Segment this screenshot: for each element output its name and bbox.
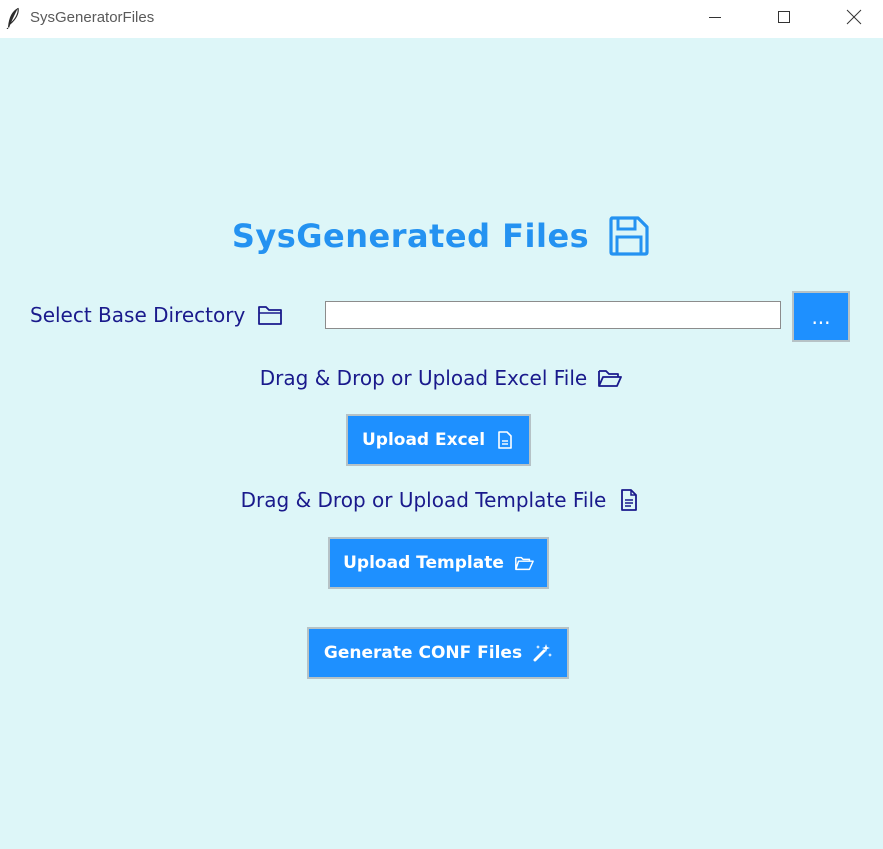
page-heading: SysGenerated Files bbox=[0, 214, 883, 258]
feather-icon bbox=[6, 7, 19, 29]
close-button[interactable] bbox=[831, 0, 877, 34]
template-drop-label: Drag & Drop or Upload Template File bbox=[240, 488, 607, 512]
generate-button-label: Generate CONF Files bbox=[323, 643, 523, 663]
maximize-icon bbox=[778, 11, 790, 23]
excel-drop-label-row: Drag & Drop or Upload Excel File bbox=[0, 366, 883, 390]
upload-template-label: Upload Template bbox=[343, 553, 504, 573]
document-icon bbox=[498, 431, 512, 449]
floppy-disk-icon bbox=[609, 216, 649, 256]
maximize-button[interactable] bbox=[761, 0, 807, 34]
title-bar: SysGeneratorFiles bbox=[0, 0, 883, 38]
base-directory-label: Select Base Directory bbox=[30, 303, 246, 327]
browse-button-label: ... bbox=[811, 304, 831, 329]
open-folder-icon bbox=[598, 370, 623, 387]
upload-template-button[interactable]: Upload Template bbox=[328, 537, 549, 589]
minimize-icon bbox=[709, 17, 721, 18]
magic-wand-icon bbox=[533, 644, 553, 662]
open-folder-icon bbox=[514, 556, 534, 571]
upload-excel-button[interactable]: Upload Excel bbox=[346, 414, 531, 466]
minimize-button[interactable] bbox=[692, 0, 738, 34]
document-lines-icon bbox=[621, 489, 638, 511]
base-directory-input[interactable] bbox=[325, 301, 781, 329]
folder-icon bbox=[258, 306, 283, 325]
template-drop-label-row: Drag & Drop or Upload Template File bbox=[0, 488, 883, 512]
close-icon bbox=[846, 9, 862, 25]
base-directory-row: Select Base Directory bbox=[30, 303, 284, 327]
generate-conf-files-button[interactable]: Generate CONF Files bbox=[307, 627, 569, 679]
upload-excel-label: Upload Excel bbox=[361, 430, 486, 450]
app-window: SysGeneratorFiles SysGenerated Files Sel… bbox=[0, 0, 883, 849]
browse-directory-button[interactable]: ... bbox=[792, 291, 850, 342]
excel-drop-label: Drag & Drop or Upload Excel File bbox=[259, 366, 588, 390]
page-title: SysGenerated Files bbox=[231, 217, 590, 255]
window-title: SysGeneratorFiles bbox=[30, 9, 155, 26]
